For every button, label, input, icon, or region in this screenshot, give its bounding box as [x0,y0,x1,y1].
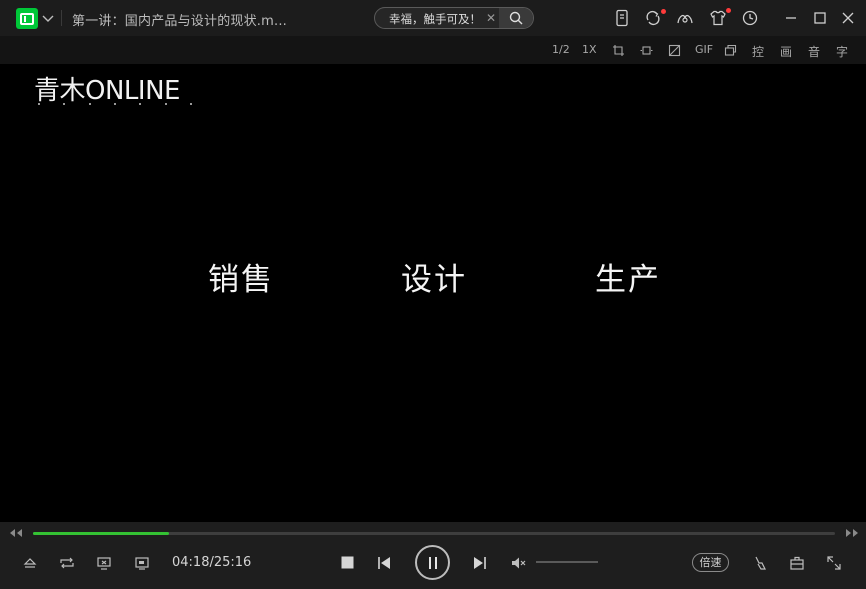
progress-track[interactable] [33,532,835,535]
screenshot-icon[interactable] [668,44,681,57]
search-button[interactable] [499,8,533,28]
chevron-down-icon[interactable] [42,11,54,25]
video-title: 第一讲：国内产品与设计的现状.m... [72,14,287,29]
gif-button[interactable]: GIF [695,43,713,56]
pause-button[interactable] [415,545,450,580]
search-input[interactable]: 幸福，触手可及！ [389,11,481,27]
fast-forward-icon[interactable] [844,528,860,538]
video-canvas[interactable]: 青木ONLINE 销售 设计 生产 [0,64,866,522]
slide-word-design: 设计 [401,262,467,298]
subtitle-button[interactable]: 字 [836,43,848,60]
close-icon[interactable] [839,9,857,27]
friends-icon[interactable] [676,9,694,27]
control-button[interactable]: 控 [752,43,764,60]
previous-icon[interactable] [376,555,392,571]
progress-fill [33,532,170,535]
search-box[interactable]: 幸福，触手可及！ ✕ [374,7,534,29]
clear-icon[interactable]: ✕ [484,11,498,25]
minimize-icon[interactable] [782,9,800,27]
skin-shirt-icon[interactable] [709,9,727,27]
video-toolbar: 1/2 1X GIF 控 画 音 字 [0,36,866,64]
volume-slider[interactable] [536,561,598,563]
maximize-icon[interactable] [811,9,829,27]
fullscreen-icon[interactable] [826,555,842,571]
title-bar: 第一讲：国内产品与设计的现状.m... 幸福，触手可及！ ✕ [0,0,866,36]
title-divider [61,10,62,26]
brand-text: 青木ONLINE [34,76,180,106]
loop-icon[interactable] [59,555,75,571]
notification-dot [726,8,731,13]
notification-dot [661,9,666,14]
phone-cast-icon[interactable] [613,9,631,27]
next-icon[interactable] [472,555,488,571]
sync-icon[interactable] [644,9,662,27]
window-layers-icon[interactable] [724,44,737,57]
picture-button[interactable]: 画 [780,43,792,60]
half-speed-button[interactable]: 1/2 [552,43,570,56]
brand-watermark: 青木ONLINE [34,70,194,110]
slide-word-sales: 销售 [208,262,274,298]
mute-volume-icon[interactable] [510,555,526,571]
progress-area [0,522,866,544]
time-display: 04:18/25:16 [172,555,252,570]
stop-icon[interactable] [340,555,355,570]
toolbox-icon[interactable] [789,555,805,571]
slide-word-production: 生产 [595,262,661,298]
history-clock-icon[interactable] [741,9,759,27]
cast-icon[interactable] [96,555,112,571]
rewind-icon[interactable] [8,528,24,538]
normal-speed-button[interactable]: 1X [582,43,597,56]
sound-button[interactable]: 音 [808,43,820,60]
iqiyi-logo-icon[interactable] [16,8,38,29]
clean-brush-icon[interactable] [752,555,768,571]
fit-screen-icon[interactable] [640,44,653,57]
picture-in-picture-icon[interactable] [134,555,150,571]
crop-icon[interactable] [612,44,625,57]
speed-button[interactable]: 倍速 [692,553,729,572]
search-icon [509,11,523,25]
eject-icon[interactable] [22,555,38,571]
control-bar: 04:18/25:16 倍速 [0,544,866,589]
